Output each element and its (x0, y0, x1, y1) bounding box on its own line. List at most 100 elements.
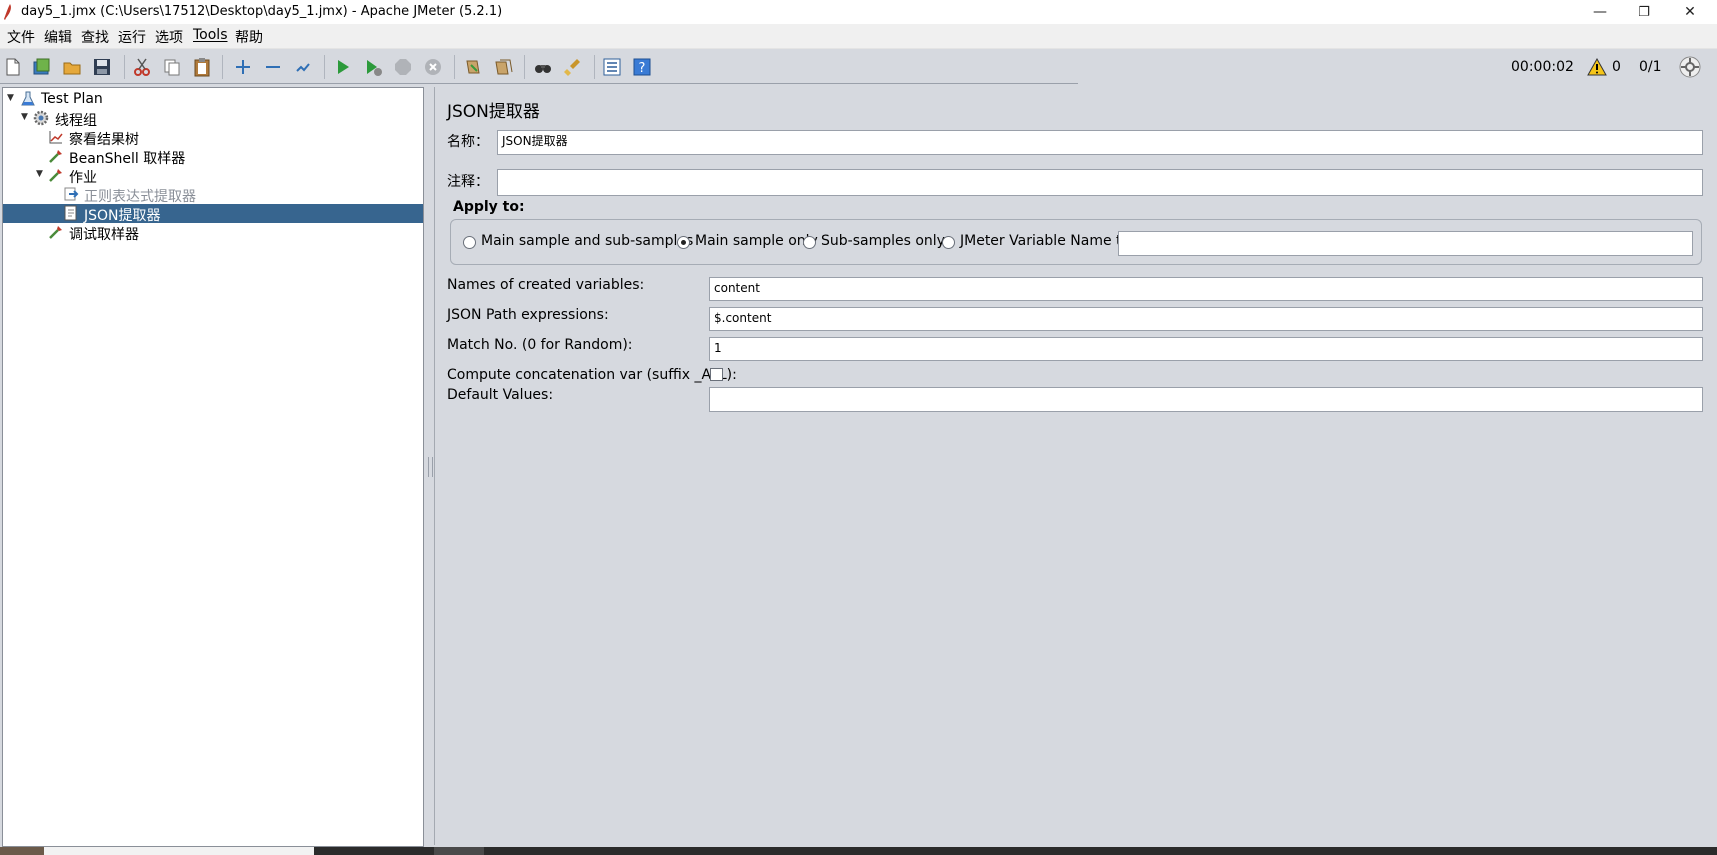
menu-edit[interactable]: 编辑 (44, 27, 72, 47)
flask-icon (21, 91, 35, 106)
function-helper-icon (603, 58, 621, 76)
menu-options[interactable]: 选项 (155, 27, 183, 47)
close-button[interactable]: ✕ (1668, 0, 1712, 24)
toolbar-separator (524, 55, 525, 79)
clear-all-button[interactable] (492, 56, 514, 78)
radio-jmeter-variable[interactable] (942, 236, 955, 249)
name-field[interactable]: JSON提取器 (497, 130, 1703, 155)
reset-search-button[interactable] (562, 56, 584, 78)
json-path-label: JSON Path expressions: (447, 307, 609, 323)
copy-icon (164, 59, 180, 76)
graph-icon (49, 131, 63, 144)
stop-button[interactable] (392, 56, 414, 78)
tree-item-label: 调试取样器 (69, 227, 139, 243)
tree-item-json-extractor[interactable]: JSON提取器 (3, 204, 423, 224)
title-bar: day5_1.jmx (C:\Users\17512\Desktop\day5_… (0, 0, 1717, 24)
toolbar-separator (324, 55, 325, 79)
tree-item-label: 线程组 (55, 113, 97, 129)
tree-item-debug-sampler[interactable]: 调试取样器 (3, 223, 423, 243)
tree-item-job-sampler[interactable]: ▼ 作业 (3, 166, 423, 186)
toolbar-separator (454, 55, 455, 79)
strip-segment (434, 847, 484, 855)
jmeter-variable-name-field[interactable] (1118, 231, 1693, 256)
maximize-button[interactable]: ❐ (1622, 0, 1666, 24)
tree-item-view-results-tree[interactable]: 察看结果树 (3, 128, 423, 148)
split-pane-divider[interactable] (426, 87, 434, 845)
clear-icon (466, 60, 480, 74)
compute-concatenation-checkbox[interactable] (710, 368, 723, 381)
json-path-field[interactable]: $.content (709, 307, 1703, 331)
reset-search-icon (564, 59, 580, 76)
function-helper-button[interactable] (601, 56, 623, 78)
toolbar: ? 00:00:02 0 0/1 (0, 49, 1717, 86)
tree-item-regex-extractor[interactable]: 正则表达式提取器 (3, 185, 423, 205)
test-plan-tree[interactable]: ▼ Test Plan ▼ 线程组 察看结果树 BeanShell 取样器 ▼ … (2, 87, 424, 847)
open-button[interactable] (61, 56, 83, 78)
strip-segment (44, 847, 314, 855)
menu-help[interactable]: 帮助 (235, 27, 263, 47)
splitter-grip[interactable] (428, 457, 433, 477)
search-button[interactable] (532, 56, 554, 78)
toggle-icon (296, 63, 310, 72)
templates-button[interactable] (31, 56, 53, 78)
radio-sub-only-label[interactable]: Sub-samples only (821, 233, 945, 249)
match-no-field[interactable]: 1 (709, 337, 1703, 361)
expand-icon (236, 60, 250, 74)
default-values-label: Default Values: (447, 387, 554, 403)
radio-main-only-label[interactable]: Main sample only (695, 233, 818, 249)
document-icon (64, 205, 77, 221)
cut-button[interactable] (131, 56, 153, 78)
save-icon (94, 59, 110, 75)
collapse-all-button[interactable] (262, 56, 284, 78)
search-icon (535, 65, 551, 73)
radio-main-only[interactable] (677, 236, 690, 249)
menu-run[interactable]: 运行 (118, 27, 146, 47)
toolbar-separator (594, 55, 595, 79)
tree-item-label: 作业 (69, 170, 97, 186)
pipette-icon (49, 169, 62, 182)
radio-sub-only[interactable] (803, 236, 816, 249)
warning-count: 0 (1612, 59, 1621, 75)
radio-main-and-sub[interactable] (463, 236, 476, 249)
warning-icon[interactable] (1587, 58, 1607, 76)
expand-all-button[interactable] (232, 56, 254, 78)
default-values-field[interactable] (709, 387, 1703, 412)
minimize-button[interactable]: — (1578, 0, 1622, 24)
tree-expand-toggle[interactable]: ▼ (21, 112, 29, 122)
collapse-icon (266, 66, 280, 68)
jmeter-feather-icon (4, 4, 11, 20)
tree-item-label: BeanShell 取样器 (69, 151, 186, 167)
clear-button[interactable] (462, 56, 484, 78)
names-of-variables-field[interactable]: content (709, 277, 1703, 301)
start-no-pause-button[interactable] (362, 56, 384, 78)
clear-all-icon (495, 59, 513, 75)
toolbar-separator (222, 55, 223, 79)
comment-field[interactable] (497, 169, 1703, 196)
remote-status-icon[interactable] (1679, 56, 1701, 78)
new-icon (6, 58, 20, 76)
shutdown-icon (425, 59, 441, 75)
panel-title: JSON提取器 (447, 102, 540, 122)
toggle-button[interactable] (292, 56, 314, 78)
toolbar-separator (124, 55, 125, 79)
apply-to-label: Apply to: (453, 199, 525, 215)
tree-expand-toggle[interactable]: ▼ (7, 93, 15, 103)
tree-item-label: 正则表达式提取器 (84, 189, 196, 205)
help-button[interactable]: ? (631, 56, 653, 78)
menu-search[interactable]: 查找 (81, 27, 109, 47)
menu-file[interactable]: 文件 (7, 27, 35, 47)
start-button[interactable] (332, 56, 354, 78)
copy-button[interactable] (161, 56, 183, 78)
save-button[interactable] (91, 56, 113, 78)
new-button[interactable] (2, 56, 24, 78)
running-threads: 0/1 (1639, 59, 1662, 75)
tree-expand-toggle[interactable]: ▼ (36, 169, 44, 179)
menu-tools[interactable]: Tools (193, 27, 228, 43)
shutdown-button[interactable] (422, 56, 444, 78)
tree-item-label: 察看结果树 (69, 132, 139, 148)
paste-button[interactable] (191, 56, 213, 78)
radio-main-and-sub-label[interactable]: Main sample and sub-samples (481, 233, 693, 249)
tree-item-thread-group[interactable]: ▼ 线程组 (3, 109, 423, 129)
tree-item-test-plan[interactable]: ▼ Test Plan (3, 90, 423, 109)
tree-item-beanshell-sampler[interactable]: BeanShell 取样器 (3, 147, 423, 167)
